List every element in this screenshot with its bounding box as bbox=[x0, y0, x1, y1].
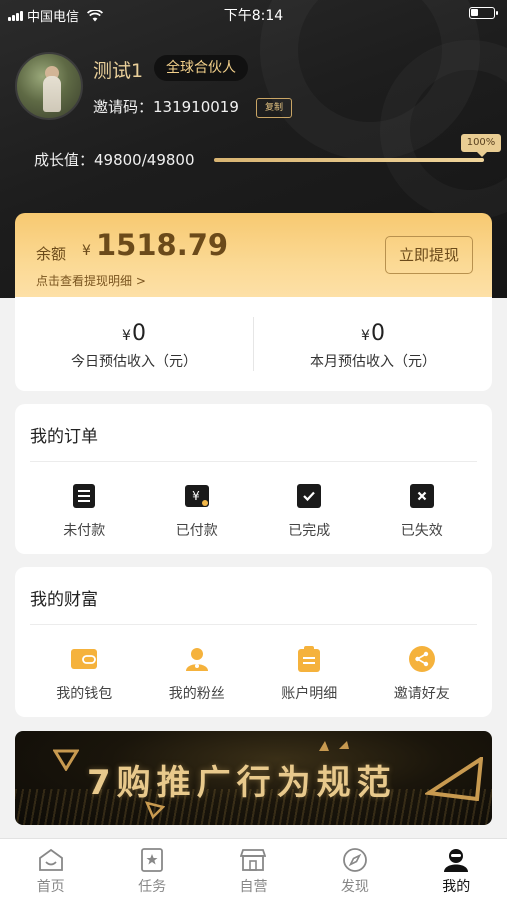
my-orders-section: 我的订单 未付款 ¥ 已付款 已完成 已失效 bbox=[15, 404, 492, 554]
today-income-value: 0 bbox=[131, 321, 146, 346]
my-fans[interactable]: 我的粉丝 bbox=[141, 639, 254, 703]
growth-percent-tooltip: 100% bbox=[461, 134, 501, 157]
profile-icon bbox=[443, 847, 469, 873]
divider bbox=[30, 461, 477, 462]
triangle-decoration bbox=[319, 741, 349, 751]
tab-home-label: 首页 bbox=[36, 879, 65, 895]
triangle-decoration bbox=[53, 749, 79, 771]
order-unpaid-label: 未付款 bbox=[63, 523, 106, 539]
account-details-label: 账户明细 bbox=[281, 686, 338, 702]
avatar[interactable] bbox=[15, 52, 83, 120]
order-paid-label: 已付款 bbox=[175, 523, 218, 539]
month-income-label: 本月预估收入（元） bbox=[310, 354, 436, 370]
promo-banner[interactable]: 7购推广行为规范 bbox=[15, 731, 492, 825]
triangle-decoration bbox=[425, 757, 483, 801]
invite-friends[interactable]: 邀请好友 bbox=[366, 639, 479, 703]
balance-currency: ¥ bbox=[82, 243, 91, 259]
banner-title: 7购推广行为规范 bbox=[87, 763, 397, 803]
today-income: ¥0 今日预估收入（元） bbox=[15, 297, 253, 391]
order-completed[interactable]: 已完成 bbox=[253, 476, 366, 540]
tab-home[interactable]: 首页 bbox=[0, 839, 101, 900]
section-title: 我的财富 bbox=[30, 590, 98, 610]
tab-self-operated[interactable]: 自营 bbox=[203, 839, 304, 900]
currency-symbol: ¥ bbox=[122, 328, 131, 344]
x-box-icon bbox=[408, 482, 436, 510]
divider bbox=[30, 624, 477, 625]
order-unpaid[interactable]: 未付款 bbox=[28, 476, 141, 540]
growth-value-label: 成长值：49800/49800 bbox=[34, 151, 195, 169]
check-box-icon bbox=[295, 482, 323, 510]
home-icon bbox=[38, 847, 64, 873]
user-icon bbox=[183, 645, 211, 673]
growth-progress-bar bbox=[214, 158, 484, 162]
tab-self-operated-label: 自营 bbox=[239, 879, 268, 895]
yen-paid-icon: ¥ bbox=[183, 482, 211, 510]
month-income: ¥0 本月预估收入（元） bbox=[254, 297, 492, 391]
battery-icon bbox=[469, 7, 498, 19]
balance-amount: 1518.79 bbox=[96, 228, 229, 262]
order-completed-label: 已完成 bbox=[288, 523, 331, 539]
month-income-value: 0 bbox=[370, 321, 385, 346]
task-star-icon bbox=[139, 847, 165, 873]
today-income-label: 今日预估收入（元） bbox=[71, 354, 197, 370]
clipboard-list-icon bbox=[70, 482, 98, 510]
clipboard-icon bbox=[295, 645, 323, 673]
member-level-badge: 全球合伙人 bbox=[154, 55, 248, 81]
currency-symbol: ¥ bbox=[361, 328, 370, 344]
status-time: 下午8:14 bbox=[223, 8, 284, 24]
copy-invite-code-button[interactable]: 复制 bbox=[256, 98, 293, 118]
svg-text:¥: ¥ bbox=[192, 489, 200, 503]
order-expired-label: 已失效 bbox=[400, 523, 443, 539]
wallet-icon bbox=[70, 645, 98, 673]
order-expired[interactable]: 已失效 bbox=[366, 476, 479, 540]
invite-code: 邀请码：131910019 bbox=[93, 98, 239, 116]
my-wallet-label: 我的钱包 bbox=[56, 686, 113, 702]
share-icon bbox=[408, 645, 436, 673]
my-wallet[interactable]: 我的钱包 bbox=[28, 639, 141, 703]
tab-tasks-label: 任务 bbox=[138, 879, 167, 895]
order-paid[interactable]: ¥ 已付款 bbox=[141, 476, 254, 540]
tab-mine[interactable]: 我的 bbox=[406, 839, 507, 900]
nickname: 测试1 bbox=[93, 60, 144, 82]
tab-mine-label: 我的 bbox=[442, 879, 471, 895]
section-title: 我的订单 bbox=[30, 427, 98, 447]
status-bar: 中国电信 下午8:14 bbox=[0, 0, 507, 28]
withdraw-button[interactable]: 立即提现 bbox=[385, 236, 473, 274]
withdraw-detail-link[interactable]: 点击查看提现明细 > bbox=[36, 272, 146, 289]
balance-label: 余额 bbox=[36, 245, 67, 263]
my-fans-label: 我的粉丝 bbox=[168, 686, 225, 702]
tab-discover-label: 发现 bbox=[340, 879, 369, 895]
invite-friends-label: 邀请好友 bbox=[393, 686, 450, 702]
growth-progress-fill bbox=[214, 158, 484, 162]
account-details[interactable]: 账户明细 bbox=[253, 639, 366, 703]
bottom-tab-bar: 首页 任务 自营 发现 我的 bbox=[0, 838, 507, 900]
tab-discover[interactable]: 发现 bbox=[304, 839, 405, 900]
compass-icon bbox=[342, 847, 368, 873]
balance-card: 余额 ¥ 1518.79 点击查看提现明细 > 立即提现 bbox=[15, 213, 492, 297]
my-wealth-section: 我的财富 我的钱包 我的粉丝 账户明细 邀请好友 bbox=[15, 567, 492, 717]
tab-tasks[interactable]: 任务 bbox=[101, 839, 202, 900]
store-icon bbox=[240, 847, 267, 873]
income-card: ¥0 今日预估收入（元） ¥0 本月预估收入（元） bbox=[15, 297, 492, 391]
